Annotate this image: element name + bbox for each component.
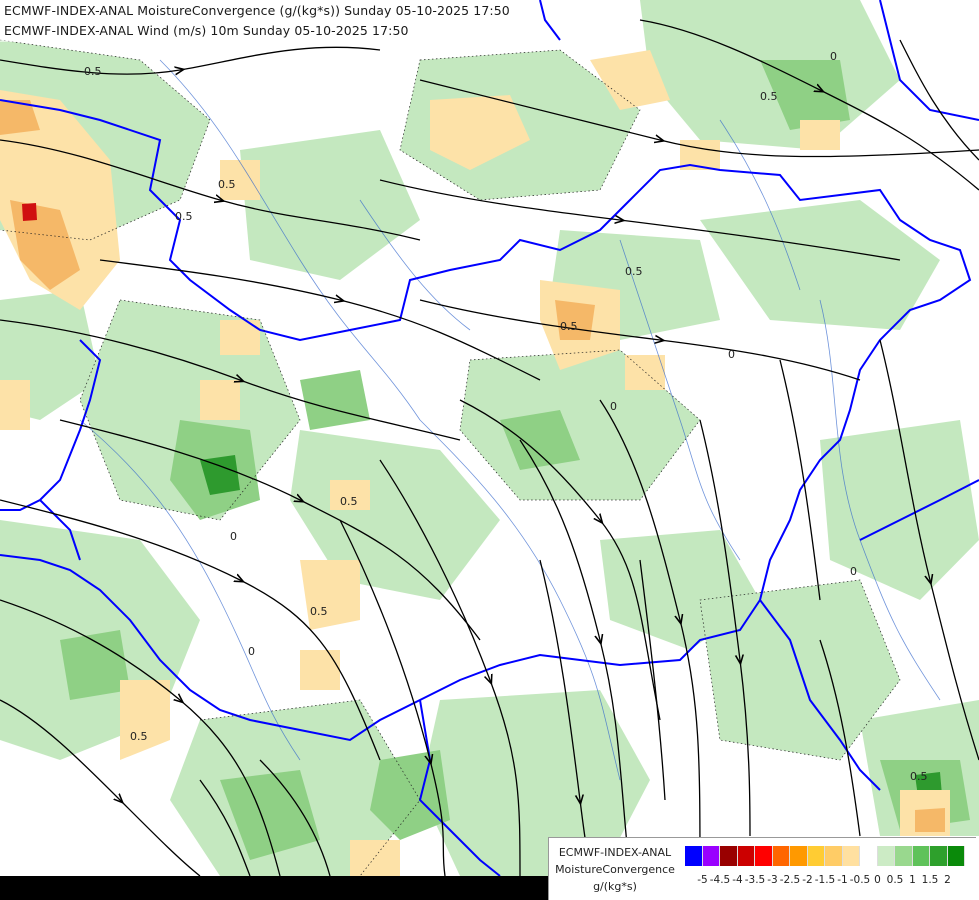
legend-swatch [685, 846, 703, 866]
contour-label: 0.5 [175, 210, 193, 223]
legend-swatch [842, 846, 860, 866]
legend-swatch [737, 846, 755, 866]
legend-tick-label: 0.5 [886, 874, 904, 886]
weather-map: 0.5 0 0 0.5 0.5 0.5 0 0.5 0 0.5 0.5 0 0.… [0, 0, 979, 900]
legend-swatch [895, 846, 913, 866]
contour-label: 0 [850, 565, 857, 578]
contour-label: 0.5 [625, 265, 643, 278]
legend-swatch [702, 846, 720, 866]
contour-label: 0 [230, 530, 237, 543]
legend-variable-name: MoistureConvergence [555, 863, 675, 876]
contour-label: 0.5 [84, 65, 102, 78]
legend-tick-label: -1 [837, 874, 848, 886]
legend-swatch [790, 846, 808, 866]
legend-swatch [755, 846, 773, 866]
legend-swatch [807, 846, 825, 866]
contour-label: 0 [728, 348, 735, 361]
legend-tick-label: -2 [802, 874, 813, 886]
bottom-black-band [0, 876, 548, 900]
legend-unit: g/(kg*s) [593, 880, 637, 893]
legend-tick-label: 1 [909, 874, 916, 886]
legend-tick-labels: -5 -4.5 -4 -3.5 -3 -2.5 -2 -1.5 -1 -0.5 0 0.5 1 1.5 2 [685, 874, 975, 890]
contour-label: 0.5 [560, 320, 578, 333]
legend-swatch [720, 846, 738, 866]
legend-tick-label: -3.5 [744, 874, 766, 886]
legend-tick-label: -4 [732, 874, 743, 886]
contour-label: 0.5 [310, 605, 328, 618]
contour-label: 0 [248, 645, 255, 658]
legend-color-swatches [685, 846, 965, 866]
map-title-box: ECMWF-INDEX-ANAL MoistureConvergence (g/… [0, 0, 532, 42]
contour-label: 0.5 [218, 178, 236, 191]
legend-model-name: ECMWF-INDEX-ANAL [558, 846, 672, 859]
legend-tick-label: -0.5 [849, 874, 871, 886]
contour-label: 0 [610, 400, 617, 413]
legend-tick-label: 2 [944, 874, 951, 886]
contour-label: 0.5 [130, 730, 148, 743]
legend-tick-label: -2.5 [779, 874, 801, 886]
legend-tick-label: -1.5 [814, 874, 836, 886]
legend-swatch [772, 846, 790, 866]
legend-tick-label: 0 [874, 874, 881, 886]
legend-swatch [912, 846, 930, 866]
legend-swatch [947, 846, 965, 866]
legend-swatch [825, 846, 843, 866]
legend-tick-label: 1.5 [921, 874, 939, 886]
map-canvas: 0.5 0 0 0.5 0.5 0.5 0 0.5 0 0.5 0.5 0 0.… [0, 0, 979, 877]
color-legend: ECMWF-INDEX-ANAL MoistureConvergence g/(… [548, 837, 976, 900]
divergence-fill-red [22, 203, 37, 221]
contour-label: 0.5 [340, 495, 358, 508]
title-line-2: ECMWF-INDEX-ANAL Wind (m/s) 10m Sunday 0… [4, 23, 409, 38]
legend-swatch [930, 846, 948, 866]
contour-label: 0.5 [760, 90, 778, 103]
title-line-1: ECMWF-INDEX-ANAL MoistureConvergence (g/… [4, 3, 510, 18]
contour-label: 0.5 [910, 770, 928, 783]
legend-tick-label: -4.5 [709, 874, 731, 886]
legend-swatch [860, 846, 878, 866]
legend-tick-label: -5 [697, 874, 708, 886]
contour-label: 0 [830, 50, 837, 63]
legend-tick-label: -3 [767, 874, 778, 886]
legend-swatch [877, 846, 895, 866]
